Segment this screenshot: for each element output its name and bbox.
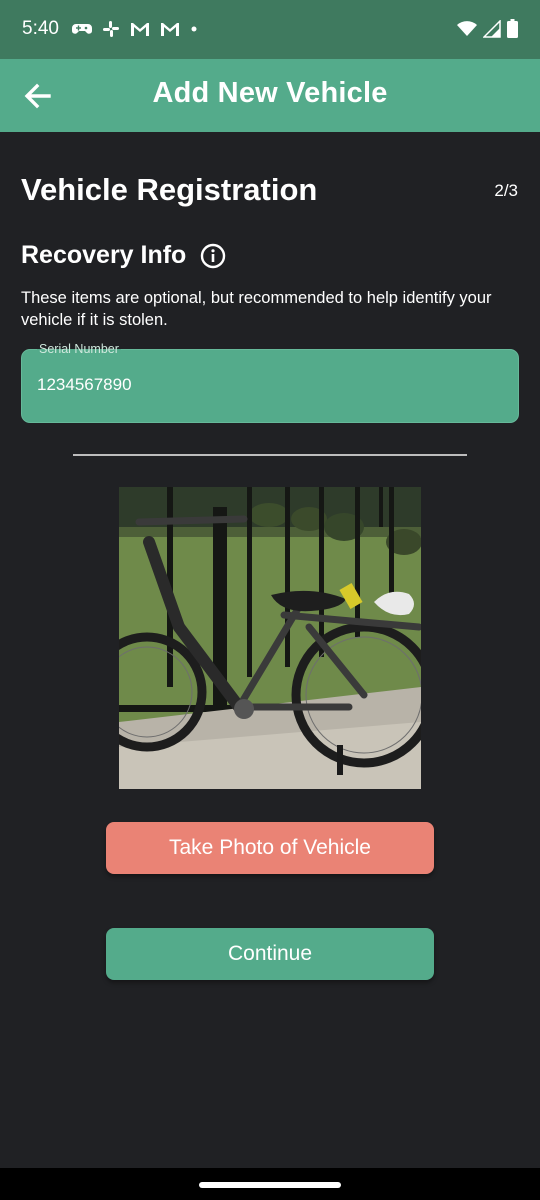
status-bar: 5:40 — [0, 0, 540, 59]
helper-text: These items are optional, but recommende… — [21, 289, 492, 329]
gmail-icon — [130, 21, 150, 42]
subsection-header: Recovery Info — [21, 241, 226, 270]
gmail-icon — [160, 21, 180, 42]
home-gesture-handle[interactable] — [199, 1182, 341, 1188]
step-indicator: 2/3 — [494, 181, 518, 200]
app-bar: Add New Vehicle — [0, 59, 540, 132]
continue-button[interactable]: Continue — [106, 928, 434, 980]
signal-icon — [482, 18, 501, 43]
vehicle-photo — [119, 487, 421, 789]
serial-number-label: Serial Number — [37, 342, 121, 356]
game-controller-icon — [72, 21, 92, 42]
serial-number-field[interactable]: Serial Number 1234567890 — [21, 342, 519, 423]
status-time: 5:40 — [22, 18, 59, 39]
dot-icon — [190, 21, 198, 42]
notification-icons — [72, 20, 198, 43]
subsection-title: Recovery Info — [21, 241, 187, 269]
divider — [73, 454, 467, 456]
info-icon[interactable] — [200, 243, 226, 269]
battery-icon — [507, 19, 518, 43]
wifi-icon — [457, 20, 477, 43]
slack-icon — [102, 20, 120, 43]
take-photo-button[interactable]: Take Photo of Vehicle — [106, 822, 434, 874]
page-title: Add New Vehicle — [152, 77, 388, 109]
section-title: Vehicle Registration — [21, 172, 318, 207]
system-icons — [457, 18, 518, 43]
navigation-bar — [0, 1168, 540, 1200]
serial-number-input[interactable]: 1234567890 — [37, 375, 497, 395]
